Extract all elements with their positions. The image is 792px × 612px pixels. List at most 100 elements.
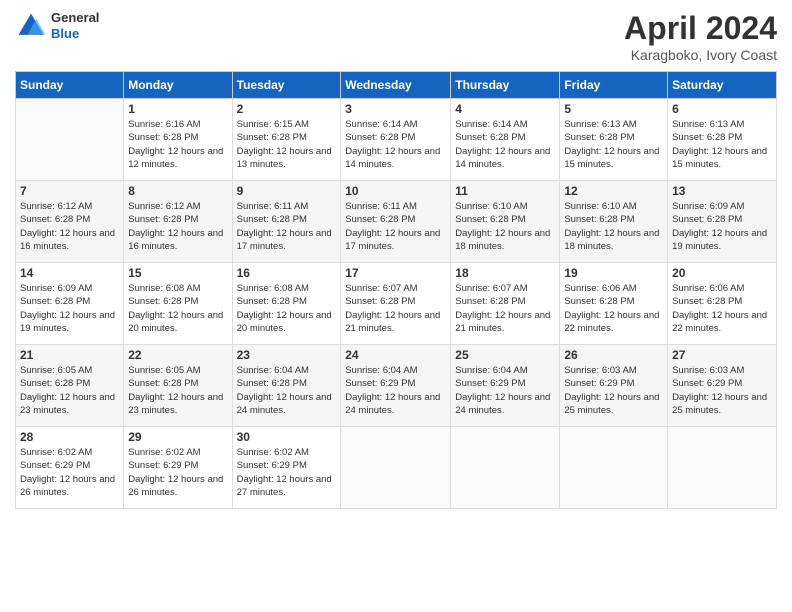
calendar-cell: [668, 427, 777, 509]
day-info: Sunrise: 6:15 AMSunset: 6:28 PMDaylight:…: [237, 118, 337, 171]
day-header-friday: Friday: [560, 72, 668, 99]
day-number: 2: [237, 102, 337, 116]
calendar-cell: 4 Sunrise: 6:14 AMSunset: 6:28 PMDaylight…: [451, 99, 560, 181]
week-row-1: 7 Sunrise: 6:12 AMSunset: 6:28 PMDaylight…: [16, 181, 777, 263]
day-info: Sunrise: 6:04 AMSunset: 6:29 PMDaylight:…: [455, 364, 555, 417]
day-info: Sunrise: 6:16 AMSunset: 6:28 PMDaylight:…: [128, 118, 227, 171]
day-info: Sunrise: 6:12 AMSunset: 6:28 PMDaylight:…: [20, 200, 119, 253]
day-number: 28: [20, 430, 119, 444]
day-info: Sunrise: 6:13 AMSunset: 6:28 PMDaylight:…: [672, 118, 772, 171]
day-info: Sunrise: 6:05 AMSunset: 6:28 PMDaylight:…: [128, 364, 227, 417]
calendar-cell: 1 Sunrise: 6:16 AMSunset: 6:28 PMDaylight…: [124, 99, 232, 181]
calendar-cell: 8Sunrise: 6:12 AMSunset: 6:28 PMDaylight…: [124, 181, 232, 263]
day-number: 16: [237, 266, 337, 280]
title-block: April 2024 Karagboko, Ivory Coast: [624, 10, 777, 63]
day-number: 6: [672, 102, 772, 116]
day-number: 9: [237, 184, 337, 198]
logo-general-text: General: [51, 10, 99, 26]
day-number: 22: [128, 348, 227, 362]
day-info: Sunrise: 6:06 AMSunset: 6:28 PMDaylight:…: [672, 282, 772, 335]
day-number: 27: [672, 348, 772, 362]
day-info: Sunrise: 6:03 AMSunset: 6:29 PMDaylight:…: [564, 364, 663, 417]
logo-blue-text: Blue: [51, 26, 99, 42]
day-info: Sunrise: 6:08 AMSunset: 6:28 PMDaylight:…: [128, 282, 227, 335]
calendar-table: SundayMondayTuesdayWednesdayThursdayFrid…: [15, 71, 777, 509]
day-number: 4: [455, 102, 555, 116]
day-info: Sunrise: 6:09 AMSunset: 6:28 PMDaylight:…: [20, 282, 119, 335]
day-number: 13: [672, 184, 772, 198]
day-info: Sunrise: 6:11 AMSunset: 6:28 PMDaylight:…: [237, 200, 337, 253]
calendar-cell: 7 Sunrise: 6:12 AMSunset: 6:28 PMDaylight…: [16, 181, 124, 263]
calendar-cell: 30Sunrise: 6:02 AMSunset: 6:29 PMDayligh…: [232, 427, 341, 509]
calendar-cell: 5 Sunrise: 6:13 AMSunset: 6:28 PMDaylight…: [560, 99, 668, 181]
day-header-tuesday: Tuesday: [232, 72, 341, 99]
day-number: 25: [455, 348, 555, 362]
logo: General Blue: [15, 10, 99, 42]
day-header-thursday: Thursday: [451, 72, 560, 99]
day-info: Sunrise: 6:03 AMSunset: 6:29 PMDaylight:…: [672, 364, 772, 417]
calendar-cell: 23Sunrise: 6:04 AMSunset: 6:28 PMDayligh…: [232, 345, 341, 427]
day-number: 11: [455, 184, 555, 198]
calendar-cell: 12 Sunrise: 6:10 AMSunset: 6:28 PMDayligh…: [560, 181, 668, 263]
day-number: 23: [237, 348, 337, 362]
calendar-cell: 2 Sunrise: 6:15 AMSunset: 6:28 PMDaylight…: [232, 99, 341, 181]
day-header-wednesday: Wednesday: [341, 72, 451, 99]
week-row-3: 21 Sunrise: 6:05 AMSunset: 6:28 PMDayligh…: [16, 345, 777, 427]
calendar-cell: [451, 427, 560, 509]
calendar-cell: 19Sunrise: 6:06 AMSunset: 6:28 PMDayligh…: [560, 263, 668, 345]
calendar-cell: 28 Sunrise: 6:02 AMSunset: 6:29 PMDayligh…: [16, 427, 124, 509]
header: General Blue April 2024 Karagboko, Ivory…: [15, 10, 777, 63]
calendar-cell: 29 Sunrise: 6:02 AMSunset: 6:29 PMDayligh…: [124, 427, 232, 509]
calendar-cell: 24Sunrise: 6:04 AMSunset: 6:29 PMDayligh…: [341, 345, 451, 427]
day-number: 20: [672, 266, 772, 280]
day-header-saturday: Saturday: [668, 72, 777, 99]
week-row-2: 14Sunrise: 6:09 AMSunset: 6:28 PMDayligh…: [16, 263, 777, 345]
day-number: 26: [564, 348, 663, 362]
main-title: April 2024: [624, 10, 777, 47]
calendar-cell: 16Sunrise: 6:08 AMSunset: 6:28 PMDayligh…: [232, 263, 341, 345]
day-number: 5: [564, 102, 663, 116]
calendar-cell: 9 Sunrise: 6:11 AMSunset: 6:28 PMDaylight…: [232, 181, 341, 263]
calendar-cell: 21Sunrise: 6:05 AMSunset: 6:28 PMDayligh…: [16, 345, 124, 427]
day-info: Sunrise: 6:07 AMSunset: 6:28 PMDaylight:…: [345, 282, 446, 335]
calendar-cell: [560, 427, 668, 509]
day-header-sunday: Sunday: [16, 72, 124, 99]
day-number: 19: [564, 266, 663, 280]
day-info: Sunrise: 6:10 AMSunset: 6:28 PMDaylight:…: [564, 200, 663, 253]
calendar-cell: 20 Sunrise: 6:06 AMSunset: 6:28 PMDayligh…: [668, 263, 777, 345]
calendar-cell: [341, 427, 451, 509]
day-number: 21: [20, 348, 119, 362]
day-number: 12: [564, 184, 663, 198]
day-number: 29: [128, 430, 227, 444]
calendar-cell: 17 Sunrise: 6:07 AMSunset: 6:28 PMDayligh…: [341, 263, 451, 345]
calendar-cell: 6 Sunrise: 6:13 AMSunset: 6:28 PMDaylight…: [668, 99, 777, 181]
day-number: 17: [345, 266, 446, 280]
calendar-cell: [16, 99, 124, 181]
calendar-header: SundayMondayTuesdayWednesdayThursdayFrid…: [16, 72, 777, 99]
calendar-cell: 18Sunrise: 6:07 AMSunset: 6:28 PMDayligh…: [451, 263, 560, 345]
day-number: 1: [128, 102, 227, 116]
calendar-cell: 14Sunrise: 6:09 AMSunset: 6:28 PMDayligh…: [16, 263, 124, 345]
day-info: Sunrise: 6:14 AMSunset: 6:28 PMDaylight:…: [455, 118, 555, 171]
week-row-4: 28 Sunrise: 6:02 AMSunset: 6:29 PMDayligh…: [16, 427, 777, 509]
day-number: 7: [20, 184, 119, 198]
day-number: 10: [345, 184, 446, 198]
calendar-cell: 22 Sunrise: 6:05 AMSunset: 6:28 PMDayligh…: [124, 345, 232, 427]
week-row-0: 1 Sunrise: 6:16 AMSunset: 6:28 PMDaylight…: [16, 99, 777, 181]
calendar-cell: 26 Sunrise: 6:03 AMSunset: 6:29 PMDayligh…: [560, 345, 668, 427]
day-info: Sunrise: 6:02 AMSunset: 6:29 PMDaylight:…: [237, 446, 337, 499]
day-info: Sunrise: 6:09 AMSunset: 6:28 PMDaylight:…: [672, 200, 772, 253]
day-info: Sunrise: 6:02 AMSunset: 6:29 PMDaylight:…: [20, 446, 119, 499]
calendar-cell: 10 Sunrise: 6:11 AMSunset: 6:28 PMDayligh…: [341, 181, 451, 263]
calendar-cell: 15Sunrise: 6:08 AMSunset: 6:28 PMDayligh…: [124, 263, 232, 345]
day-info: Sunrise: 6:11 AMSunset: 6:28 PMDaylight:…: [345, 200, 446, 253]
day-info: Sunrise: 6:02 AMSunset: 6:29 PMDaylight:…: [128, 446, 227, 499]
calendar-body: 1 Sunrise: 6:16 AMSunset: 6:28 PMDaylight…: [16, 99, 777, 509]
day-info: Sunrise: 6:07 AMSunset: 6:28 PMDaylight:…: [455, 282, 555, 335]
day-number: 3: [345, 102, 446, 116]
calendar-cell: 3Sunrise: 6:14 AMSunset: 6:28 PMDaylight…: [341, 99, 451, 181]
page: General Blue April 2024 Karagboko, Ivory…: [0, 0, 792, 612]
day-info: Sunrise: 6:13 AMSunset: 6:28 PMDaylight:…: [564, 118, 663, 171]
day-info: Sunrise: 6:04 AMSunset: 6:29 PMDaylight:…: [345, 364, 446, 417]
day-info: Sunrise: 6:10 AMSunset: 6:28 PMDaylight:…: [455, 200, 555, 253]
